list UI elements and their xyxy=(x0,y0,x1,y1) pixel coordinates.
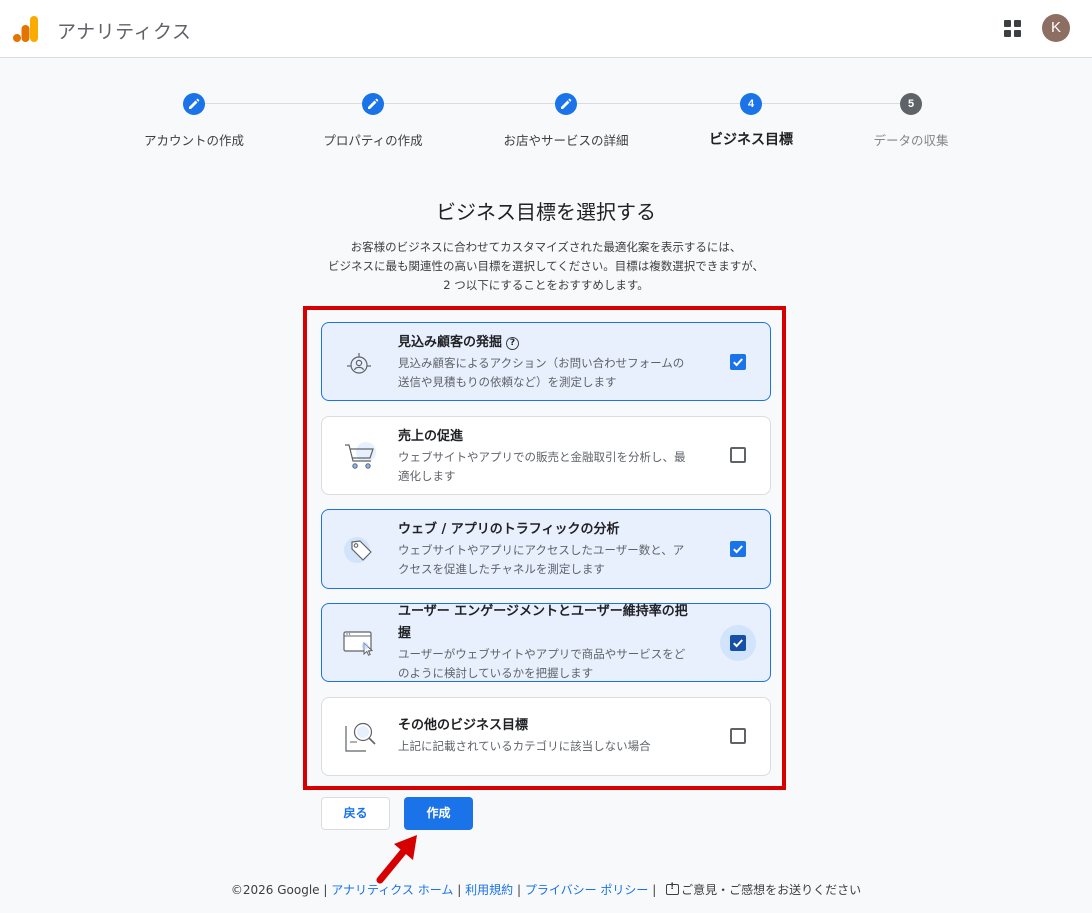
step-3-pencil-icon[interactable] xyxy=(555,93,577,115)
footer-separator: | xyxy=(516,883,521,897)
target-person-icon xyxy=(345,348,375,378)
objective-checkbox[interactable] xyxy=(730,635,746,651)
step-label-property[interactable]: プロパティの作成 xyxy=(323,130,422,149)
objective-description-line: クセスを促進したチャネルを測定します xyxy=(398,561,605,576)
objective-title: ユーザー エンゲージメントとユーザー維持率の把 握 xyxy=(398,601,728,645)
objective-description-line: ウェブサイトやアプリにアクセスしたユーザー数と、ア xyxy=(398,543,685,557)
objective-title: 見込み顧客の発掘? xyxy=(398,332,728,354)
objective-description-line: 見込み顧客によるアクション（お問い合わせフォームの xyxy=(398,356,685,370)
app-title: アナリティクス xyxy=(57,21,192,43)
description-line: ビジネスに最も関連性の高い目標を選択してください。目標は複数選択できますが、 xyxy=(327,259,765,273)
page-title: ビジネス目標を選択する xyxy=(436,200,656,224)
step-connector xyxy=(384,103,555,104)
objective-title-line: ユーザー エンゲージメントとユーザー維持率の把 xyxy=(398,604,688,619)
feedback-link[interactable]: ご意見・ご感想をお送りください xyxy=(681,883,861,897)
objective-title-text: 見込み顧客の発掘 xyxy=(398,335,503,350)
red-arrow-annotation xyxy=(376,835,417,884)
objective-description-line: のように検討しているかを把握します xyxy=(398,665,594,680)
objective-title: その他のビジネス目標 xyxy=(398,718,529,733)
create-button[interactable]: 作成 xyxy=(404,797,473,830)
objective-title-line: 握 xyxy=(398,626,412,641)
account-avatar[interactable]: K xyxy=(1042,14,1070,42)
objective-description-line: ユーザーがウェブサイトやアプリで商品やサービスをど xyxy=(398,647,686,661)
objective-card-lead-generation[interactable]: 見込み顧客の発掘? 見込み顧客によるアクション（お問い合わせフォームの 送信や見… xyxy=(321,322,771,401)
footer: ©2026 Google | アナリティクス ホーム | 利用規約 | プライバ… xyxy=(0,881,1092,898)
step-2-pencil-icon[interactable] xyxy=(362,93,384,115)
description-line: お客様のビジネスに合わせてカスタマイズされた最適化案を表示するには、 xyxy=(350,240,742,254)
step-connector xyxy=(577,103,740,104)
footer-separator: | xyxy=(457,883,462,897)
footer-separator: | xyxy=(652,883,657,897)
objective-description: ユーザーがウェブサイトやアプリで商品やサービスをど のように検討しているかを把握… xyxy=(398,645,723,682)
objective-checkbox[interactable] xyxy=(730,447,746,463)
step-connector xyxy=(762,103,900,104)
document-search-icon xyxy=(345,722,376,752)
back-button[interactable]: 戻る xyxy=(321,797,390,830)
objective-title: 売上の促進 xyxy=(398,429,464,444)
step-connector xyxy=(205,103,362,104)
help-icon[interactable]: ? xyxy=(506,337,520,350)
objective-card-traffic-analysis[interactable]: ウェブ / アプリのトラフィックの分析 ウェブサイトやアプリにアクセスしたユーザ… xyxy=(321,509,771,589)
step-5-number: 5 xyxy=(900,93,922,115)
browser-cursor-icon xyxy=(343,631,374,656)
shopping-cart-icon xyxy=(345,442,376,469)
page-description: お客様のビジネスに合わせてカスタマイズされた最適化案を表示するには、 ビジネスに… xyxy=(246,238,846,295)
footer-separator: | xyxy=(323,883,328,897)
footer-link-privacy[interactable]: プライバシー ポリシー xyxy=(525,883,649,897)
feedback-icon[interactable] xyxy=(666,882,680,895)
description-line: 2 つ以下にすることをおすすめします。 xyxy=(443,278,649,292)
objective-description: 見込み顧客によるアクション（お問い合わせフォームの 送信や見積もりの依頼など）を… xyxy=(398,354,723,391)
step-1-pencil-icon[interactable] xyxy=(183,93,205,115)
footer-link-terms[interactable]: 利用規約 xyxy=(465,883,513,897)
objective-description: ウェブサイトやアプリでの販売と金融取引を分析し、最 適化します xyxy=(398,448,723,485)
step-label-data-collection: データの収集 xyxy=(873,133,949,148)
top-app-bar: アナリティクス K xyxy=(0,0,1092,58)
step-4-number: 4 xyxy=(740,93,762,115)
objective-description-line: 上記に記載されているカテゴリに該当しない場合 xyxy=(398,739,651,753)
objective-title: ウェブ / アプリのトラフィックの分析 xyxy=(398,522,620,537)
objective-checkbox[interactable] xyxy=(730,354,746,370)
objective-description: 上記に記載されているカテゴリに該当しない場合 xyxy=(398,737,723,756)
objective-description: ウェブサイトやアプリにアクセスしたユーザー数と、ア クセスを促進したチャネルを測… xyxy=(398,541,723,578)
tag-icon xyxy=(344,537,372,563)
apps-grid-icon[interactable] xyxy=(1004,20,1022,38)
objective-card-other[interactable]: その他のビジネス目標 上記に記載されているカテゴリに該当しない場合 xyxy=(321,697,771,776)
step-label-business-objectives: ビジネス目標 xyxy=(709,132,793,148)
setup-stepper: 4 5 アカウントの作成 プロパティの作成 お店やサービスの詳細 ビジネス目標 … xyxy=(0,90,1092,160)
footer-link-analytics-home[interactable]: アナリティクス ホーム xyxy=(331,883,453,897)
objective-description-line: ウェブサイトやアプリでの販売と金融取引を分析し、最 xyxy=(398,450,686,464)
objective-checkbox[interactable] xyxy=(730,728,746,744)
step-label-account[interactable]: アカウントの作成 xyxy=(144,130,244,149)
objective-description-line: 適化します xyxy=(398,468,456,483)
analytics-bars-icon[interactable] xyxy=(13,15,39,43)
objective-checkbox[interactable] xyxy=(730,541,746,557)
objective-card-drive-sales[interactable]: 売上の促進 ウェブサイトやアプリでの販売と金融取引を分析し、最 適化します xyxy=(321,416,771,495)
copyright: ©2026 Google xyxy=(230,883,320,897)
objective-card-user-engagement[interactable]: ユーザー エンゲージメントとユーザー維持率の把 握 ユーザーがウェブサイトやアプ… xyxy=(321,603,771,682)
step-label-business-details[interactable]: お店やサービスの詳細 xyxy=(503,130,628,149)
objective-description-line: 送信や見積もりの依頼など）を測定します xyxy=(398,374,617,389)
